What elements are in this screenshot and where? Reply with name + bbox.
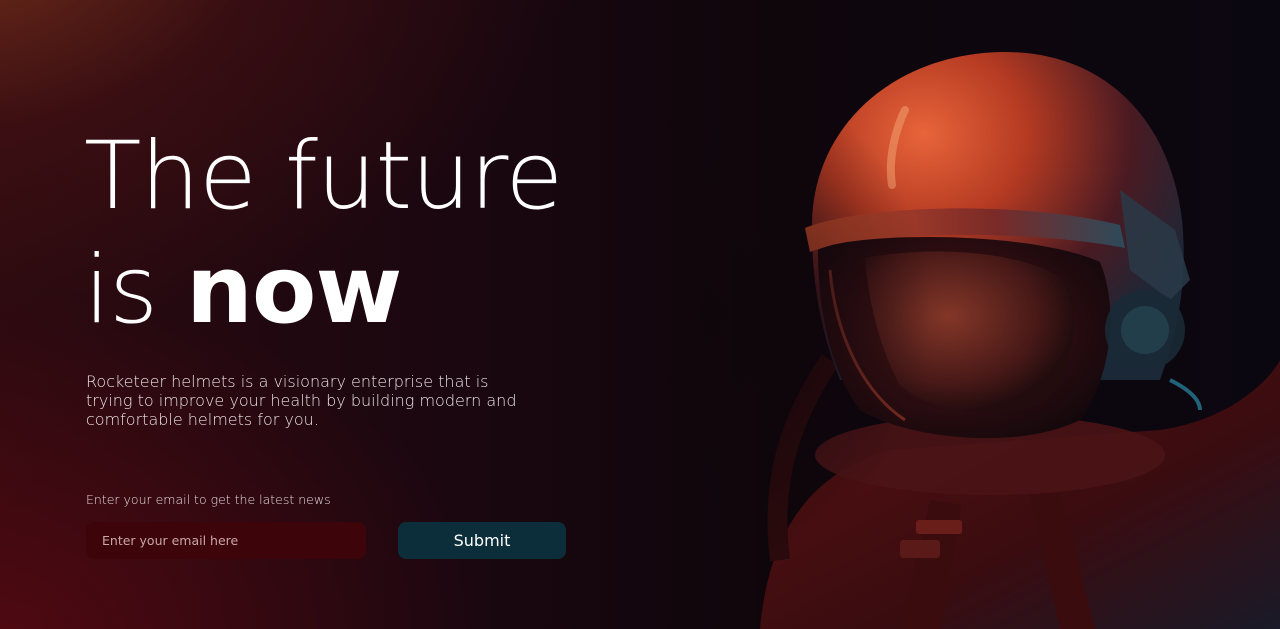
email-input[interactable] (86, 522, 366, 559)
hero-section: The future is now Rocketeer helmets is a… (0, 0, 1280, 629)
astronaut-helmet-image (700, 0, 1280, 629)
headline-line-2-prefix: is (84, 236, 158, 345)
hero-tagline: Rocketeer helmets is a visionary enterpr… (86, 372, 517, 429)
email-label: Enter your email to get the latest news (86, 492, 331, 507)
headline-line-1: The future (84, 122, 563, 231)
submit-button[interactable]: Submit (398, 522, 566, 559)
headline-line-2: is now (84, 234, 562, 348)
headline-emphasis: now (185, 236, 402, 345)
page-headline: The future is now (84, 120, 563, 348)
